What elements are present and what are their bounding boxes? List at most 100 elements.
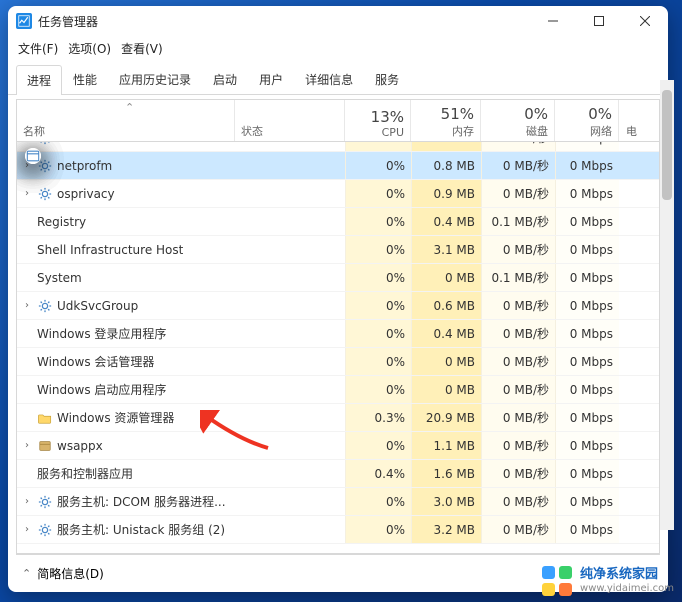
menubar: 文件(F) 选项(O) 查看(V) (8, 36, 668, 60)
table-row[interactable]: ›LocalServiceNoNetworkFirew...0%0.1 MB0 … (17, 142, 659, 152)
cell-net: 0 Mbps (555, 376, 619, 403)
cell-cpu: 0% (345, 516, 411, 543)
header-disk[interactable]: 0%磁盘 (481, 100, 555, 141)
expand-icon[interactable]: › (21, 300, 33, 311)
process-name: 服务主机: DCOM 服务器进程... (57, 493, 226, 510)
cell-memory: 0.4 MB (411, 320, 481, 347)
menu-view[interactable]: 查看(V) (121, 40, 163, 57)
process-name: wsappx (57, 439, 103, 453)
table-row[interactable]: ›osprivacy0%0.9 MB0 MB/秒0 Mbps (17, 180, 659, 208)
cell-net: 0 Mbps (555, 488, 619, 515)
expand-icon[interactable]: › (21, 142, 33, 143)
cell-net: 0 Mbps (555, 404, 619, 431)
header-cpu[interactable]: 13%CPU (345, 100, 411, 141)
cell-memory: 0 MB (411, 348, 481, 375)
cell-disk: 0.1 MB/秒 (481, 264, 555, 291)
cell-cpu: 0% (345, 320, 411, 347)
watermark-logo-icon (542, 566, 572, 596)
table-row[interactable]: ›UdkSvcGroup0%0.6 MB0 MB/秒0 Mbps (17, 292, 659, 320)
tab-app-history[interactable]: 应用历史记录 (108, 64, 202, 94)
table-row[interactable]: ›wsappx0%1.1 MB0 MB/秒0 Mbps (17, 432, 659, 460)
maximize-button[interactable] (576, 6, 622, 36)
process-icon (37, 522, 53, 538)
tab-users[interactable]: 用户 (248, 64, 294, 94)
table-row[interactable]: ›服务主机: Unistack 服务组 (2)0%3.2 MB0 MB/秒0 M… (17, 516, 659, 544)
cell-disk: 0 MB/秒 (481, 152, 555, 179)
table-row[interactable]: System0%0 MB0.1 MB/秒0 Mbps (17, 264, 659, 292)
cell-disk: 0 MB/秒 (481, 488, 555, 515)
minimize-button[interactable] (530, 6, 576, 36)
expand-icon[interactable]: › (21, 524, 33, 535)
process-table: ⌃ 名称 状态 13%CPU 51%内存 0%磁盘 0%网络 电 ›LocalS… (16, 99, 660, 554)
cell-status (235, 404, 345, 431)
cell-cpu: 0% (345, 142, 411, 151)
tab-services[interactable]: 服务 (364, 64, 410, 94)
sort-indicator-icon: ⌃ (125, 101, 134, 114)
tabbar: 进程 性能 应用历史记录 启动 用户 详细信息 服务 (8, 60, 668, 95)
cell-disk: 0 MB/秒 (481, 516, 555, 543)
expand-icon[interactable]: › (21, 496, 33, 507)
cell-memory: 0 MB (411, 264, 481, 291)
cell-cpu: 0.3% (345, 404, 411, 431)
table-header: ⌃ 名称 状态 13%CPU 51%内存 0%磁盘 0%网络 电 (17, 100, 659, 142)
tab-startup[interactable]: 启动 (202, 64, 248, 94)
cell-power (619, 432, 643, 459)
collapse-icon[interactable]: ⌃ (22, 567, 31, 580)
cell-memory: 3.0 MB (411, 488, 481, 515)
scrollbar-track[interactable] (660, 80, 674, 530)
cell-power (619, 180, 643, 207)
cell-cpu: 0% (345, 432, 411, 459)
cell-status (235, 488, 345, 515)
expand-icon[interactable]: › (21, 188, 33, 199)
header-memory[interactable]: 51%内存 (411, 100, 481, 141)
table-row[interactable]: › 服务主机: DCOM 服务器进程... 0%3.0 MB0 MB/秒0 Mbps (17, 488, 659, 516)
titlebar[interactable]: 任务管理器 (8, 6, 668, 36)
cell-memory: 0.4 MB (411, 208, 481, 235)
table-row[interactable]: ›netprofm0%0.8 MB0 MB/秒0 Mbps (17, 152, 659, 180)
cell-power (619, 488, 643, 515)
process-icon (37, 142, 53, 146)
cell-net: 0 Mbps (555, 236, 619, 263)
tab-processes[interactable]: 进程 (16, 65, 62, 95)
fewer-details-button[interactable]: 简略信息(D) (37, 565, 104, 582)
cell-net: 0 Mbps (555, 348, 619, 375)
header-network[interactable]: 0%网络 (555, 100, 619, 141)
cell-power (619, 292, 643, 319)
cell-cpu: 0% (345, 264, 411, 291)
table-row[interactable]: 服务和控制器应用0.4%1.6 MB0 MB/秒0 Mbps (17, 460, 659, 488)
process-name: osprivacy (57, 187, 115, 201)
cell-status (235, 320, 345, 347)
cell-cpu: 0% (345, 208, 411, 235)
expand-icon[interactable]: › (21, 440, 33, 451)
process-name: Shell Infrastructure Host (37, 243, 183, 257)
table-row[interactable]: Windows 启动应用程序0%0 MB0 MB/秒0 Mbps (17, 376, 659, 404)
header-status[interactable]: 状态 (235, 100, 345, 141)
menu-file[interactable]: 文件(F) (18, 40, 58, 57)
watermark-title: 纯净系统家园 (580, 568, 674, 582)
process-icon (37, 186, 53, 202)
scrollbar-thumb[interactable] (662, 90, 672, 200)
table-row[interactable]: Windows 资源管理器0.3%20.9 MB0 MB/秒0 Mbps (17, 404, 659, 432)
header-power[interactable]: 电 (619, 100, 643, 141)
menu-options[interactable]: 选项(O) (68, 40, 111, 57)
cell-disk: 0 MB/秒 (481, 292, 555, 319)
table-row[interactable]: Windows 登录应用程序0%0.4 MB0 MB/秒0 Mbps (17, 320, 659, 348)
cell-cpu: 0.4% (345, 460, 411, 487)
table-row[interactable]: Windows 会话管理器0%0 MB0 MB/秒0 Mbps (17, 348, 659, 376)
app-icon (16, 13, 32, 29)
table-row[interactable]: Shell Infrastructure Host0%3.1 MB0 MB/秒0… (17, 236, 659, 264)
table-row[interactable]: Registry0%0.4 MB0.1 MB/秒0 Mbps (17, 208, 659, 236)
process-name: UdkSvcGroup (57, 299, 138, 313)
table-body: ›LocalServiceNoNetworkFirew...0%0.1 MB0 … (17, 142, 659, 553)
cell-net: 0 Mbps (555, 460, 619, 487)
close-button[interactable] (622, 6, 668, 36)
cell-status (235, 208, 345, 235)
cell-net: 0 Mbps (555, 292, 619, 319)
process-icon (37, 410, 53, 426)
tab-performance[interactable]: 性能 (62, 64, 108, 94)
cell-cpu: 0% (345, 292, 411, 319)
watermark: 纯净系统家园 www.yidaimei.com (542, 566, 674, 596)
cell-cpu: 0% (345, 488, 411, 515)
cell-net: 0 Mbps (555, 516, 619, 543)
tab-details[interactable]: 详细信息 (294, 64, 364, 94)
